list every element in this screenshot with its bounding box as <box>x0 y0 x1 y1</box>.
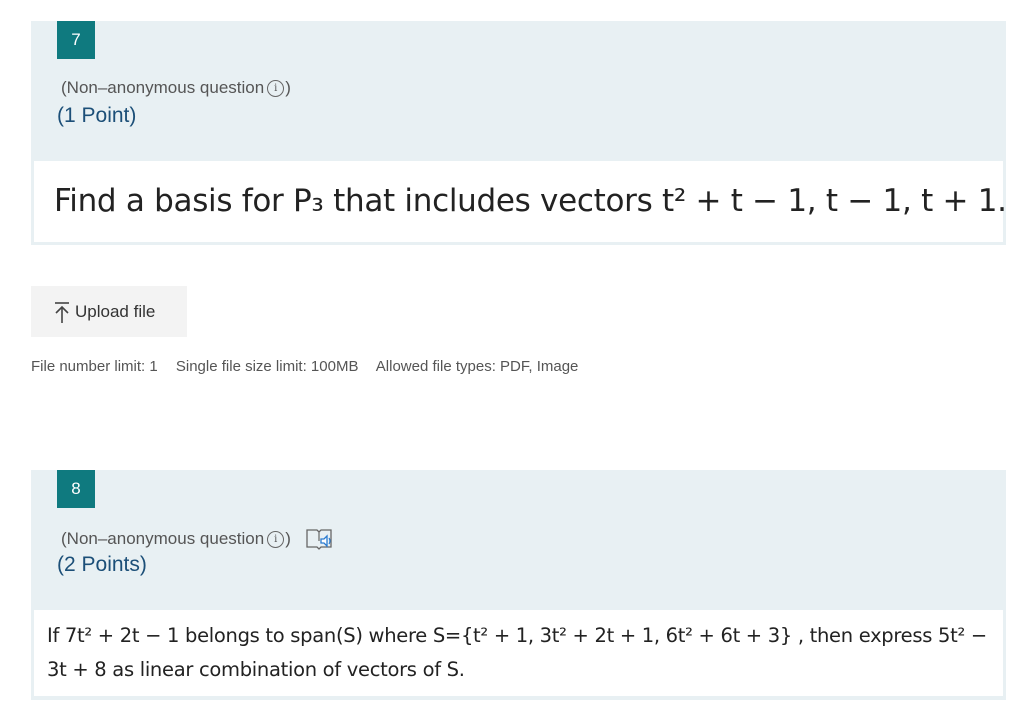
immersive-reader-icon[interactable] <box>305 527 333 551</box>
question-number: 7 <box>57 21 95 59</box>
question-meta: (Non–anonymous question i ) <box>61 78 291 98</box>
non-anonymous-label: (Non–anonymous question <box>61 529 265 548</box>
info-icon[interactable]: i <box>267 79 285 97</box>
file-limits: File number limit: 1 Single file size li… <box>31 358 592 375</box>
file-number-limit: File number limit: 1 <box>31 358 158 375</box>
question-body: If 7t² + 2t − 1 belongs to span(S) where… <box>34 610 1003 696</box>
allowed-file-types: Allowed file types: PDF, Image <box>375 358 579 375</box>
question-number: 8 <box>57 470 95 508</box>
upload-arrow-icon <box>55 301 69 323</box>
meta-close-paren: ) <box>285 78 291 97</box>
question-card-7: 7 (Non–anonymous question i ) (1 Point) … <box>31 21 1007 245</box>
question-body: Find a basis for P₃ that includes vector… <box>34 161 1007 242</box>
upload-file-button[interactable]: Upload file <box>31 286 187 337</box>
question-meta: (Non–anonymous question i ) <box>61 527 333 551</box>
non-anonymous-label: (Non–anonymous question <box>61 78 265 97</box>
upload-file-label: Upload file <box>75 301 156 321</box>
info-icon[interactable]: i <box>267 530 285 548</box>
question-card-8: 8 (Non–anonymous question i ) (2 Points)… <box>31 470 1006 700</box>
question-points: (1 Point) <box>57 104 137 127</box>
question-points: (2 Points) <box>57 553 147 576</box>
meta-close-paren: ) <box>285 529 291 548</box>
file-size-limit: Single file size limit: 100MB <box>175 358 359 375</box>
